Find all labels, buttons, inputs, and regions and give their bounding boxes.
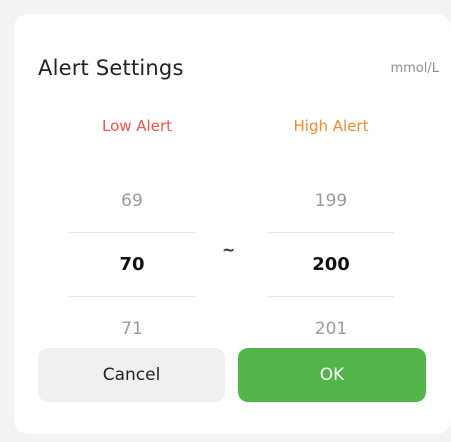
- high-picker-prev-value[interactable]: 199: [268, 169, 394, 232]
- dialog-title: Alert Settings: [38, 56, 184, 80]
- cancel-button[interactable]: Cancel: [38, 348, 225, 402]
- low-alert-header: Low Alert: [101, 117, 172, 135]
- low-picker-selected-value[interactable]: 70: [69, 233, 195, 296]
- range-separator: ~: [222, 240, 236, 259]
- ok-button[interactable]: OK: [238, 348, 426, 402]
- high-alert-picker[interactable]: 199 200 201: [268, 169, 394, 360]
- alert-settings-dialog: Alert Settings mmol/L Low Alert High Ale…: [14, 14, 451, 434]
- unit-label: mmol/L: [390, 61, 439, 76]
- high-alert-header: High Alert: [293, 117, 369, 135]
- high-picker-selected-value[interactable]: 200: [268, 233, 394, 296]
- low-alert-picker[interactable]: 69 70 71: [69, 169, 195, 360]
- low-picker-prev-value[interactable]: 69: [69, 169, 195, 232]
